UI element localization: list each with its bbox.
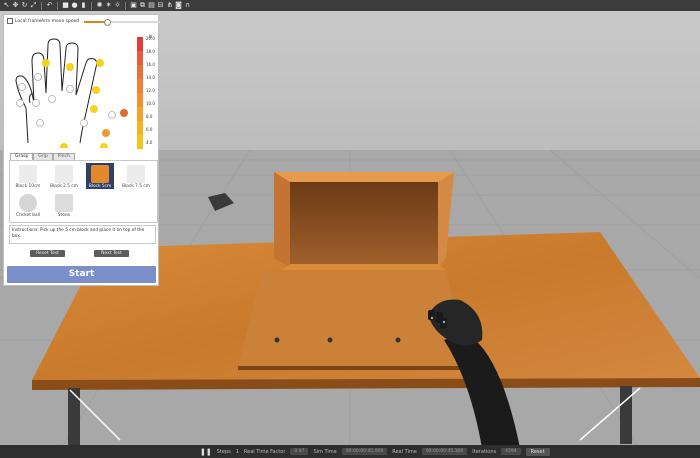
pause-icon[interactable]: ❚❚ — [200, 448, 212, 456]
scale-tick: 6.0 — [146, 127, 153, 132]
tab-grasp[interactable]: Grasp — [10, 153, 34, 160]
screenshot-icon[interactable]: ▣ — [130, 2, 137, 9]
object-label: Block 10cm — [15, 184, 41, 189]
object-label: Cricket ball — [15, 213, 41, 218]
sim-time-value: 00:00:00:45.069 — [341, 448, 388, 455]
arm-speed-knob[interactable] — [103, 19, 111, 26]
scale-tick: 8.0 — [146, 114, 153, 119]
snap-icon[interactable]: ⋔ — [166, 2, 173, 9]
object-block-10cm[interactable]: Block 10cm — [14, 163, 42, 189]
point-light-icon[interactable]: ✺ — [96, 2, 103, 9]
sim-time-label: Sim Time — [313, 448, 337, 455]
object-selector: Block 10cm Block 2.5 cm Block 5cm Block … — [9, 160, 158, 223]
rtf-label: Real Time Factor — [243, 448, 286, 455]
toolbar-divider — [41, 1, 42, 10]
object-block-2-5cm[interactable]: Block 2.5 cm — [50, 163, 78, 189]
local-frame-checkbox[interactable] — [7, 18, 13, 24]
spot-light-icon[interactable]: ✶ — [105, 2, 112, 9]
object-label: Block 5cm — [88, 184, 112, 189]
toolbar-divider — [125, 1, 126, 10]
block-thumbnail — [19, 165, 37, 183]
block-thumbnail — [127, 165, 145, 183]
object-label: Block 7.5 cm — [122, 184, 150, 189]
tab-grip[interactable]: Grip — [33, 153, 53, 160]
block-thumbnail — [55, 165, 73, 183]
start-button[interactable]: Start — [7, 266, 156, 283]
grasp-tabs: Grasp Grip Pinch — [10, 153, 75, 160]
iterations-label: Iterations — [472, 448, 497, 455]
object-block-7-5cm[interactable]: Block 7.5 cm — [122, 163, 150, 189]
hand-pressure-map — [15, 38, 128, 148]
tab-pinch[interactable]: Pinch — [52, 153, 75, 160]
force-scale-bar — [137, 37, 143, 149]
object-cricket-ball[interactable]: Cricket ball — [14, 192, 42, 218]
scale-tick: 18.0 — [146, 49, 155, 54]
cylinder-shape-icon[interactable]: ▮ — [80, 2, 87, 9]
status-bar: ❚❚ Steps 1 Real Time Factor 0.97 Sim Tim… — [0, 445, 700, 458]
object-label: Stone — [57, 213, 71, 218]
undo-icon[interactable]: ↶ — [46, 2, 53, 9]
object-block-5cm[interactable]: Block 5cm — [86, 163, 114, 189]
real-time-value: 00:00:00:45.306 — [421, 448, 468, 455]
align-icon[interactable]: ⊟ — [157, 2, 164, 9]
arm-speed-label: Arm move speed — [41, 19, 80, 24]
instructions-text: Instructions: Pick up the 5 cm block and… — [9, 225, 156, 244]
arm-speed-slider[interactable] — [84, 19, 160, 26]
rtf-value: 0.97 — [290, 448, 309, 455]
control-panel: Local frame Arm move speed N 20.0 18.0 1… — [3, 14, 160, 286]
camera-icon[interactable]: ◙ — [175, 2, 182, 9]
reset-test-button[interactable]: Reset Test — [30, 250, 65, 257]
scale-tick: 10.0 — [146, 101, 155, 106]
reset-time-button[interactable]: Reset — [525, 447, 550, 456]
scale-tick: 14.0 — [146, 75, 155, 80]
box-shape-icon[interactable]: ■ — [62, 2, 69, 9]
stone-thumbnail — [55, 194, 73, 212]
iterations-value: 4594 — [501, 448, 521, 455]
object-label: Block 2.5 cm — [50, 184, 78, 189]
top-toolbar: ↖ ✥ ↻ ⤢ ↶ ■ ● ▮ ✺ ✶ ☼ ▣ ⧉ ▤ ⊟ ⋔ ◙ ∩ — [0, 0, 700, 11]
next-test-button[interactable]: Next Test — [94, 250, 129, 257]
toolbar-divider — [57, 1, 58, 10]
scale-tick: 20.0 — [146, 36, 155, 41]
paste-icon[interactable]: ▤ — [148, 2, 155, 9]
steps-value: 1 — [235, 448, 239, 455]
scale-icon[interactable]: ⤢ — [30, 2, 37, 9]
block-thumbnail — [91, 165, 109, 183]
toolbar-divider — [91, 1, 92, 10]
rotate-icon[interactable]: ↻ — [21, 2, 28, 9]
steps-label: Steps — [216, 448, 231, 455]
scale-tick: 16.0 — [146, 62, 155, 67]
copy-icon[interactable]: ⧉ — [139, 2, 146, 9]
ball-thumbnail — [19, 194, 37, 212]
scale-tick: 12.0 — [146, 88, 155, 93]
local-frame-label: Local frame — [15, 18, 42, 24]
sphere-shape-icon[interactable]: ● — [71, 2, 78, 9]
select-arrow-icon[interactable]: ↖ — [3, 2, 10, 9]
local-frame-option[interactable]: Local frame — [7, 18, 41, 24]
scale-tick: 4.0 — [146, 140, 153, 145]
headphones-icon[interactable]: ∩ — [184, 2, 191, 9]
real-time-label: Real Time — [392, 448, 417, 455]
directional-light-icon[interactable]: ☼ — [114, 2, 121, 9]
translate-icon[interactable]: ✥ — [12, 2, 19, 9]
object-stone[interactable]: Stone — [50, 192, 78, 218]
